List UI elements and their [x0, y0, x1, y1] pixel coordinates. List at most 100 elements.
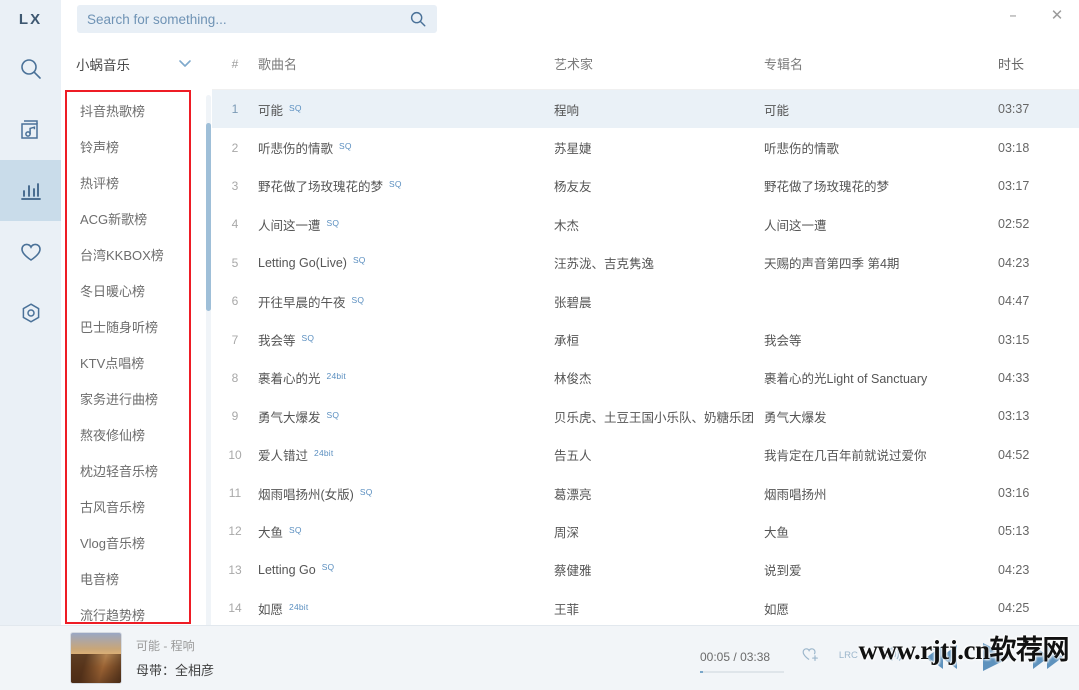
row-index: 2: [231, 140, 239, 155]
lrc-icon[interactable]: LRC: [838, 645, 864, 668]
row-duration: 03:17: [998, 178, 1030, 193]
row-index: 14: [228, 601, 242, 616]
album-cover-art[interactable]: [70, 632, 122, 684]
close-button[interactable]: ✕: [1035, 0, 1079, 30]
board-list-scrollbar-thumb[interactable]: [206, 123, 211, 311]
board-list-item[interactable]: 冬日暖心榜: [67, 272, 189, 308]
row-song-cell: 勇气大爆发 SQ: [258, 407, 554, 426]
row-duration: 03:37: [998, 102, 1030, 117]
next-icon[interactable]: [1029, 641, 1069, 678]
source-selector-label: 小蜗音乐: [76, 58, 130, 73]
row-album: 大鱼: [764, 525, 790, 540]
table-row[interactable]: 11 烟雨唱扬州(女版) SQ 葛漂亮 烟雨唱扬州 03:16: [212, 474, 1079, 512]
volume-icon[interactable]: [882, 644, 904, 669]
previous-icon[interactable]: [921, 641, 961, 678]
table-row[interactable]: 2 听悲伤的情歌 SQ 苏星婕 听悲伤的情歌 03:18: [212, 128, 1079, 166]
row-album: 我肯定在几百年前就说过爱你: [764, 449, 927, 464]
table-row[interactable]: 8 裹着心的光 24bit 林俊杰 裹着心的光Light of Sanctuary 04:…: [212, 359, 1079, 397]
row-song-cell: 开往早晨的午夜 SQ: [258, 292, 554, 311]
rail-item-search[interactable]: [0, 38, 61, 99]
table-row[interactable]: 14 如愿 24bit 王菲 如愿 04:25: [212, 589, 1079, 625]
search-bar[interactable]: [77, 5, 437, 33]
row-index: 10: [228, 447, 242, 462]
board-list-item[interactable]: 枕边轻音乐榜: [67, 452, 189, 488]
table-row[interactable]: 3 野花做了场玫瑰花的梦 SQ 杨友友 野花做了场玫瑰花的梦 03:17: [212, 167, 1079, 205]
heart-plus-icon[interactable]: [800, 644, 820, 669]
search-icon[interactable]: [409, 10, 427, 28]
row-duration: 02:52: [998, 217, 1030, 232]
time-separator: /: [733, 650, 737, 664]
board-list-item[interactable]: 巴士随身听榜: [67, 308, 189, 344]
svg-text:LRC: LRC: [839, 650, 858, 661]
row-song-title: 裹着心的光: [258, 372, 321, 387]
row-duration: 04:25: [998, 601, 1030, 616]
board-list-item[interactable]: 铃声榜: [67, 128, 189, 164]
row-album: 裹着心的光Light of Sanctuary: [764, 372, 928, 387]
table-row[interactable]: 1 可能 SQ 程响 可能 03:37: [212, 90, 1079, 129]
board-list-item[interactable]: ACG新歌榜: [67, 200, 189, 236]
board-list-item[interactable]: 熬夜修仙榜: [67, 416, 189, 452]
row-index: 6: [231, 294, 239, 309]
board-list-item[interactable]: 流行趋势榜: [67, 596, 189, 623]
song-table: # 歌曲名 艺术家 专辑名 时长 1 可能 SQ 程响 可能 03:37 2 听悲伤的情歌 SQ…: [212, 38, 1079, 625]
board-list-item[interactable]: Vlog音乐榜: [67, 524, 189, 560]
minimize-button[interactable]: –: [991, 0, 1035, 30]
row-duration: 03:13: [998, 409, 1030, 424]
current-time: 00:05: [700, 650, 731, 664]
row-artist: 王菲: [554, 602, 580, 617]
row-song-cell: 听悲伤的情歌 SQ: [258, 138, 554, 157]
chart-bars-icon: [18, 178, 44, 204]
board-list-item[interactable]: 古风音乐榜: [67, 488, 189, 524]
row-song-cell: 爱人错过 24bit: [258, 445, 554, 464]
source-selector[interactable]: 小蜗音乐: [61, 38, 211, 90]
quality-badge: SQ: [351, 294, 365, 305]
row-index: 8: [231, 370, 239, 385]
rail-item-charts[interactable]: [0, 160, 61, 221]
row-album: 野花做了场玫瑰花的梦: [764, 180, 890, 195]
column-header-album: 专辑名: [764, 57, 804, 72]
row-index: 13: [228, 562, 242, 577]
rail-item-favorites[interactable]: [0, 221, 61, 282]
row-song-title: 爱人错过: [258, 449, 309, 464]
row-song-cell: 如愿 24bit: [258, 599, 554, 618]
column-header-title: 歌曲名: [258, 57, 298, 72]
search-input[interactable]: [87, 11, 409, 27]
quality-badge: SQ: [389, 179, 402, 190]
row-song-title: 开往早晨的午夜: [258, 295, 346, 310]
row-album: 我会等: [764, 334, 802, 349]
table-row[interactable]: 5 Letting Go(Live) SQ 汪苏泷、吉克隽逸 天赐的声音第四季 第4期 0…: [212, 244, 1079, 282]
row-duration: 05:13: [998, 524, 1030, 539]
search-icon: [18, 56, 44, 82]
rail-item-library[interactable]: [0, 99, 61, 160]
table-row[interactable]: 4 人间这一遭 SQ 木杰 人间这一遭 02:52: [212, 205, 1079, 243]
row-duration: 04:52: [998, 447, 1030, 462]
row-artist: 杨友友: [554, 180, 592, 195]
progress-bar[interactable]: [700, 671, 784, 673]
row-song-title: 如愿: [258, 602, 284, 617]
row-duration: 04:23: [998, 255, 1030, 270]
chevron-down-icon: [177, 57, 193, 76]
table-row[interactable]: 7 我会等 SQ 承桓 我会等 03:15: [212, 320, 1079, 358]
board-list-scrollbar[interactable]: [206, 95, 211, 635]
board-list-item[interactable]: 电音榜: [67, 560, 189, 596]
board-list-item[interactable]: 热评榜: [67, 164, 189, 200]
row-song-title: 可能: [258, 103, 284, 118]
row-album: 烟雨唱扬州: [764, 487, 827, 502]
quality-badge: SQ: [321, 562, 335, 572]
board-list-item[interactable]: 家务进行曲榜: [67, 380, 189, 416]
board-list-item[interactable]: 台湾KKBOX榜: [67, 236, 189, 272]
board-list-item[interactable]: KTV点唱榜: [67, 344, 189, 380]
table-row[interactable]: 13 Letting Go SQ 蔡健雅 说到爱 04:23: [212, 551, 1079, 589]
row-album: 可能: [764, 103, 790, 118]
board-list-item[interactable]: 抖音热歌榜: [67, 92, 189, 128]
row-artist: 程响: [554, 103, 580, 118]
row-album: 如愿: [764, 602, 790, 617]
table-row[interactable]: 9 勇气大爆发 SQ 贝乐虎、土豆王国小乐队、奶糖乐团 勇气大爆发 03:13: [212, 397, 1079, 435]
quality-badge: SQ: [301, 333, 315, 344]
table-row[interactable]: 12 大鱼 SQ 周深 大鱼 05:13: [212, 512, 1079, 550]
quality-badge: SQ: [326, 409, 340, 420]
table-row[interactable]: 6 开往早晨的午夜 SQ 张碧晨 04:47: [212, 282, 1079, 320]
play-icon[interactable]: [975, 640, 1015, 679]
rail-item-settings[interactable]: [0, 282, 61, 343]
table-row[interactable]: 10 爱人错过 24bit 告五人 我肯定在几百年前就说过爱你 04:52: [212, 436, 1079, 474]
